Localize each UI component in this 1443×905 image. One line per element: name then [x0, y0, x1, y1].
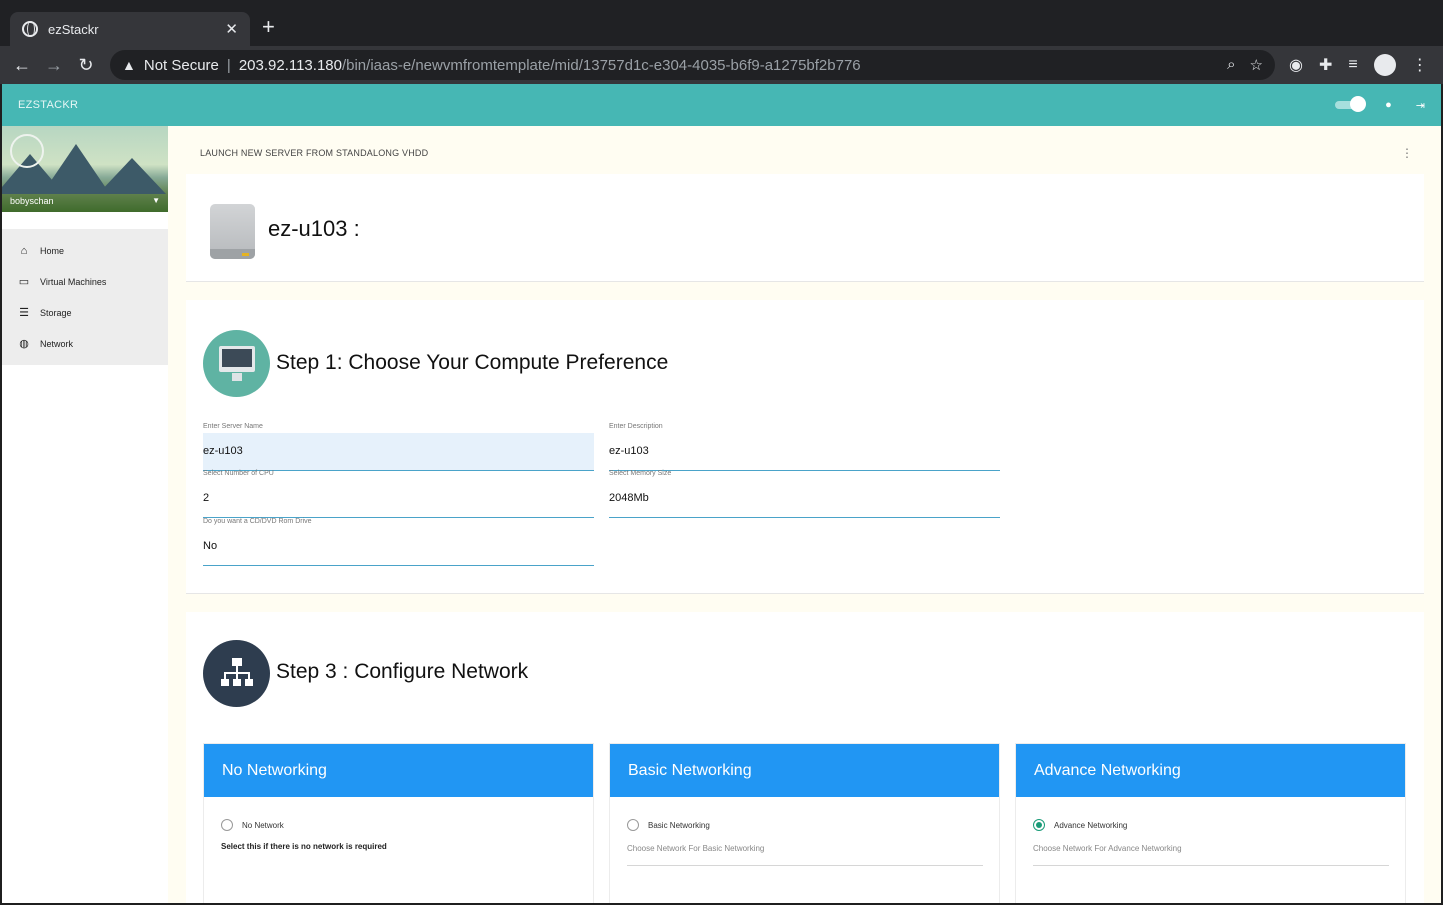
step3-card: Step 3 : Configure Network No Networking…: [186, 612, 1424, 903]
sidebar-item-label: Storage: [40, 307, 72, 318]
url-host: 203.92.113.180: [238, 56, 342, 74]
sidebar-item-storage[interactable]: ☰ Storage: [2, 297, 168, 328]
page-options-icon[interactable]: ⋮: [1401, 146, 1413, 160]
basic-network-radio[interactable]: [627, 819, 639, 831]
caret-down-icon[interactable]: ▼: [152, 196, 160, 205]
network-topology-icon: [203, 640, 270, 707]
step1-card: Step 1: Choose Your Compute Preference E…: [186, 300, 1424, 594]
record-extension-icon[interactable]: ◉: [1289, 55, 1303, 75]
hard-disk-icon: [210, 204, 255, 259]
tab-close-button[interactable]: ✕: [225, 20, 238, 38]
omnibox-actions: ⌕ ☆: [1227, 56, 1263, 74]
forward-arrow-icon[interactable]: →: [38, 55, 70, 76]
sidebar-item-virtual-machines[interactable]: ▭ Virtual Machines: [2, 266, 168, 297]
vm-header-card: ez-u103 :: [186, 174, 1424, 282]
no-network-radio[interactable]: [221, 819, 233, 831]
username[interactable]: bobyschan: [10, 196, 54, 206]
sidebar-item-network[interactable]: ◍ Network: [2, 328, 168, 359]
extensions-area: ◉ ✚ ≡ ⋮: [1289, 54, 1428, 76]
reload-icon[interactable]: ↻: [70, 55, 102, 76]
no-network-hint: Select this if there is no network is re…: [221, 842, 387, 851]
sidebar-item-label: Home: [40, 245, 65, 256]
theme-toggle-switch[interactable]: [1335, 96, 1367, 112]
cpu-value: 2: [203, 492, 210, 504]
brand-title[interactable]: EZSTACKR: [18, 99, 78, 111]
url-path: /bin/iaas-e/newvmfromtemplate/mid/13757d…: [341, 56, 861, 74]
app-window: EZSTACKR ● ⇥ bobyschan ▼ ⌂ Home ▭ Virtua…: [2, 84, 1441, 903]
user-icon[interactable]: ●: [1385, 99, 1392, 111]
server-name-value: ez-u103: [203, 445, 243, 457]
advance-networking-card: Advance Networking Advance Networking Ch…: [1015, 743, 1406, 903]
puzzle-extension-icon[interactable]: ✚: [1319, 55, 1332, 75]
memory-select[interactable]: Select Memory Size 2048Mb: [609, 470, 1000, 518]
cdrom-select[interactable]: Do you want a CD/DVD Rom Drive No: [203, 518, 594, 566]
home-icon: ⌂: [20, 244, 28, 257]
memory-label: Select Memory Size: [609, 470, 672, 477]
logout-icon[interactable]: ⇥: [1416, 99, 1425, 112]
cdrom-label: Do you want a CD/DVD Rom Drive: [203, 518, 312, 525]
devices-icon: ▭: [18, 276, 30, 288]
main-content: LAUNCH NEW SERVER FROM STANDALONG VHDD ⋮…: [170, 126, 1441, 903]
no-network-radio-row[interactable]: No Network: [221, 819, 284, 831]
advance-network-radio[interactable]: [1033, 819, 1045, 831]
header-actions: ● ⇥: [1335, 96, 1425, 112]
monitor-icon: [203, 330, 270, 397]
sidebar-item-home[interactable]: ⌂ Home: [2, 235, 168, 266]
bookmark-star-icon[interactable]: ☆: [1250, 56, 1263, 74]
basic-network-label: Basic Networking: [648, 820, 710, 830]
security-label: Not Secure: [143, 56, 219, 74]
browser-tab-bar: ezStackr ✕ +: [0, 0, 1443, 46]
media-queue-icon[interactable]: ≡: [1348, 56, 1357, 74]
globe-icon: [22, 21, 38, 37]
advance-network-select[interactable]: Choose Network For Advance Networking: [1033, 844, 1389, 866]
avatar[interactable]: [10, 134, 44, 168]
no-networking-card: No Networking No Network Select this if …: [203, 743, 594, 903]
kebab-menu-icon[interactable]: ⋮: [1412, 55, 1428, 75]
new-tab-button[interactable]: +: [262, 16, 275, 38]
zoom-icon[interactable]: ⌕: [1227, 56, 1235, 74]
cdrom-value: No: [203, 540, 218, 552]
basic-networking-header: Basic Networking: [610, 744, 999, 797]
profile-avatar-icon[interactable]: [1373, 54, 1396, 76]
memory-value: 2048Mb: [609, 492, 649, 504]
no-network-label: No Network: [242, 820, 284, 830]
app-header: EZSTACKR ● ⇥: [2, 84, 1441, 126]
storage-list-icon: ☰: [19, 307, 29, 319]
advance-network-radio-row[interactable]: Advance Networking: [1033, 819, 1127, 831]
basic-networking-card: Basic Networking Basic Networking Choose…: [609, 743, 1000, 903]
sidebar: bobyschan ▼ ⌂ Home ▭ Virtual Machines ☰ …: [2, 126, 168, 903]
server-name-input[interactable]: Enter Server Name ez-u103: [203, 423, 594, 471]
back-arrow-icon[interactable]: ←: [6, 55, 38, 76]
browser-toolbar: ← → ↻ ▲ Not Secure | 203.92.113.180 /bin…: [0, 46, 1443, 84]
browser-tab[interactable]: ezStackr ✕: [10, 12, 250, 46]
profile-banner: bobyschan ▼: [2, 126, 168, 212]
basic-network-radio-row[interactable]: Basic Networking: [627, 819, 710, 831]
no-networking-header: No Networking: [204, 744, 593, 797]
tab-title: ezStackr: [48, 21, 99, 37]
vm-title: ez-u103 :: [268, 216, 360, 241]
description-input[interactable]: Enter Description ez-u103: [609, 423, 1000, 471]
globe-icon: ◍: [19, 338, 29, 350]
description-label: Enter Description: [609, 423, 663, 430]
warning-icon: ▲: [122, 57, 136, 73]
advance-network-label: Advance Networking: [1054, 820, 1128, 830]
address-bar[interactable]: ▲ Not Secure | 203.92.113.180 /bin/iaas-…: [110, 50, 1275, 80]
sidebar-item-label: Network: [40, 338, 74, 349]
advance-networking-header: Advance Networking: [1016, 744, 1405, 797]
sidebar-item-label: Virtual Machines: [40, 276, 107, 287]
page-title: LAUNCH NEW SERVER FROM STANDALONG VHDD: [200, 148, 429, 158]
description-value: ez-u103: [609, 445, 649, 457]
basic-network-select[interactable]: Choose Network For Basic Networking: [627, 844, 983, 866]
sidebar-menu: ⌂ Home ▭ Virtual Machines ☰ Storage ◍ Ne…: [2, 229, 168, 365]
cpu-label: Select Number of CPU: [203, 470, 274, 477]
step3-title: Step 3 : Configure Network: [276, 660, 529, 683]
cpu-select[interactable]: Select Number of CPU 2: [203, 470, 594, 518]
step1-title: Step 1: Choose Your Compute Preference: [276, 351, 669, 374]
url-separator: |: [226, 56, 231, 74]
server-name-label: Enter Server Name: [203, 423, 263, 430]
mountain-shape: [98, 158, 166, 194]
